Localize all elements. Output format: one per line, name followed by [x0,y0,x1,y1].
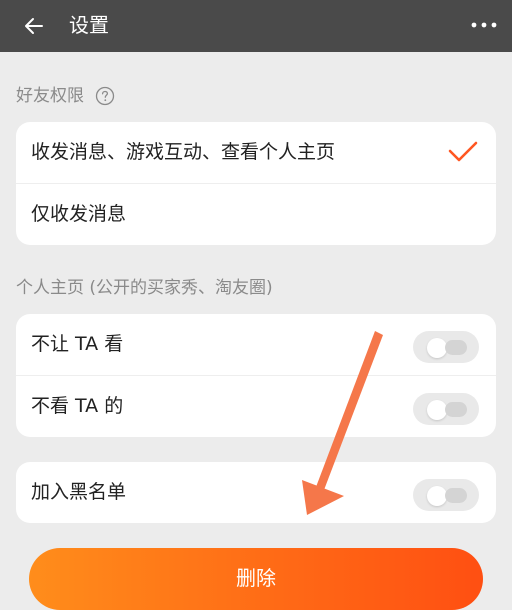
option-label: 收发消息、游戏互动、查看个人主页 [31,141,336,163]
blacklist-toggle[interactable] [413,479,479,511]
hide-from-user-row: 不让 TA 看 [16,314,496,375]
friend-permissions-label: 好友权限 [16,84,115,108]
arrow-left-icon[interactable] [20,12,48,40]
permission-option-messages-only[interactable]: 仅收发消息 [16,183,496,245]
app-header: 设置 [0,0,512,52]
checkmark-icon [448,141,478,162]
hide-user-posts-label: 不看 TA 的 [31,395,124,417]
friend-permissions-card: 收发消息、游戏互动、查看个人主页 仅收发消息 [16,122,496,245]
delete-button[interactable]: 删除 [29,548,483,610]
hide-from-user-label: 不让 TA 看 [31,333,124,355]
blacklist-card: 加入黑名单 [16,462,496,523]
hide-user-posts-row: 不看 TA 的 [16,375,496,437]
more-dots-icon[interactable] [470,20,498,30]
profile-card: 不让 TA 看 不看 TA 的 [16,314,496,437]
friend-permissions-text: 好友权限 [16,86,84,106]
delete-button-label: 删除 [236,566,276,590]
option-label: 仅收发消息 [31,203,127,225]
page-title: 设置 [69,13,109,37]
help-circle-icon[interactable] [95,86,115,106]
hide-user-posts-toggle[interactable] [413,393,479,425]
hide-from-user-toggle[interactable] [413,331,479,363]
permission-option-full[interactable]: 收发消息、游戏互动、查看个人主页 [16,122,496,183]
blacklist-row: 加入黑名单 [16,462,496,523]
profile-section-label: 个人主页 (公开的买家秀、淘友圈) [16,278,273,298]
blacklist-label: 加入黑名单 [31,481,127,503]
